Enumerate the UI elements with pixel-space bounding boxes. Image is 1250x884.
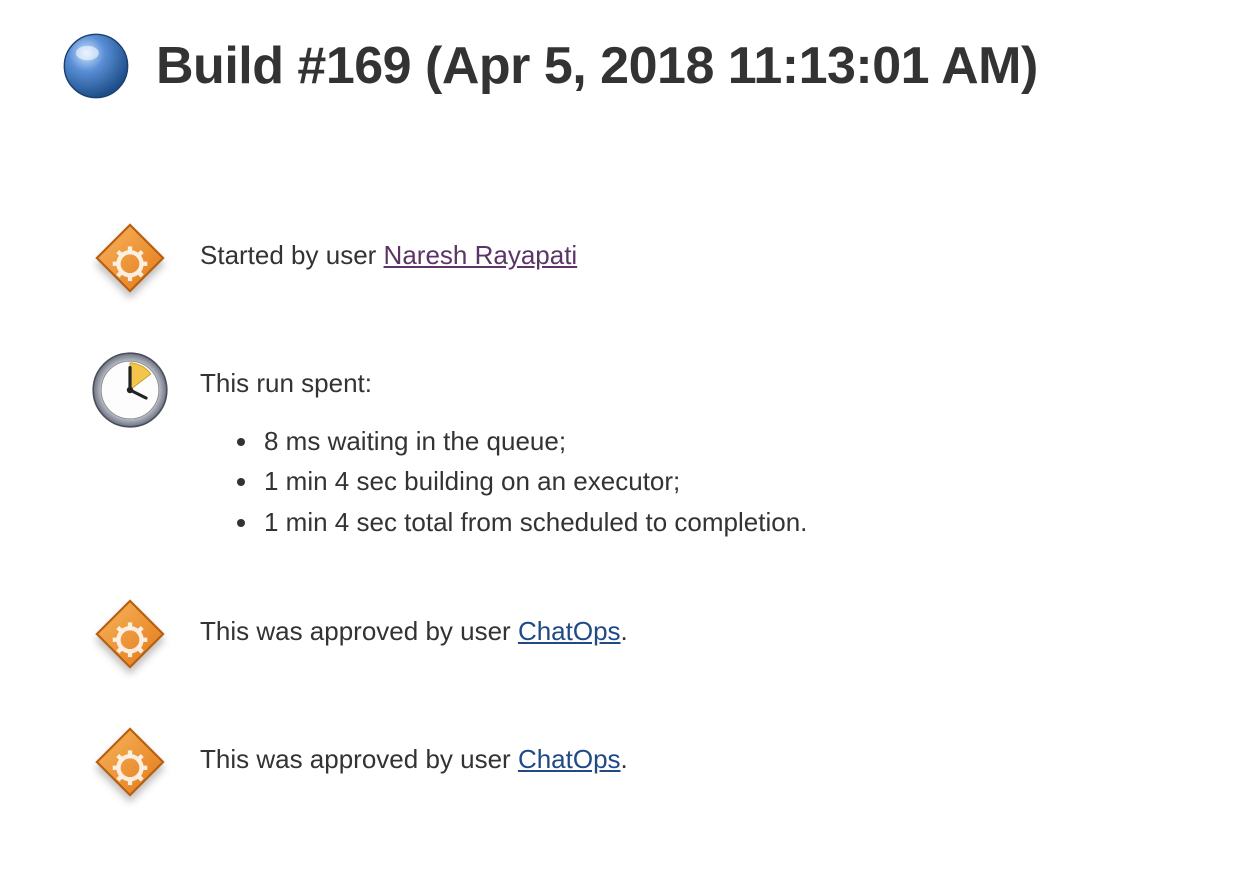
entry-approved-1: This was approved by user ChatOps. xyxy=(60,598,1190,670)
build-title: Build #169 (Apr 5, 2018 11:13:01 AM) xyxy=(156,36,1038,96)
approved-prefix: This was approved by user xyxy=(200,616,518,646)
run-spent-item: 1 min 4 sec total from scheduled to comp… xyxy=(260,502,807,542)
run-spent-item: 8 ms waiting in the queue; xyxy=(260,421,807,461)
clock-icon xyxy=(90,350,170,430)
approved-user-link[interactable]: ChatOps xyxy=(518,616,621,646)
approved-prefix: This was approved by user xyxy=(200,744,518,774)
started-by-prefix: Started by user xyxy=(200,240,384,270)
run-spent-label: This run spent: xyxy=(200,364,807,403)
run-spent-item: 1 min 4 sec building on an executor; xyxy=(260,461,807,501)
build-header: Build #169 (Apr 5, 2018 11:13:01 AM) xyxy=(60,30,1190,102)
cause-gear-icon xyxy=(94,222,166,294)
cause-gear-icon xyxy=(94,726,166,798)
approved-suffix: . xyxy=(621,744,628,774)
entry-started-by: Started by user Naresh Rayapati xyxy=(60,222,1190,294)
approved-suffix: . xyxy=(621,616,628,646)
approved-user-link[interactable]: ChatOps xyxy=(518,744,621,774)
build-entries: Started by user Naresh Rayapati xyxy=(60,222,1190,854)
started-by-user-link[interactable]: Naresh Rayapati xyxy=(384,240,578,270)
status-ball-icon xyxy=(60,30,132,102)
cause-gear-icon xyxy=(94,598,166,670)
entry-run-spent: This run spent: 8 ms waiting in the queu… xyxy=(60,350,1190,542)
run-spent-list: 8 ms waiting in the queue; 1 min 4 sec b… xyxy=(200,421,807,542)
build-page: Build #169 (Apr 5, 2018 11:13:01 AM) xyxy=(0,0,1250,884)
entry-approved-2: This was approved by user ChatOps. xyxy=(60,726,1190,798)
